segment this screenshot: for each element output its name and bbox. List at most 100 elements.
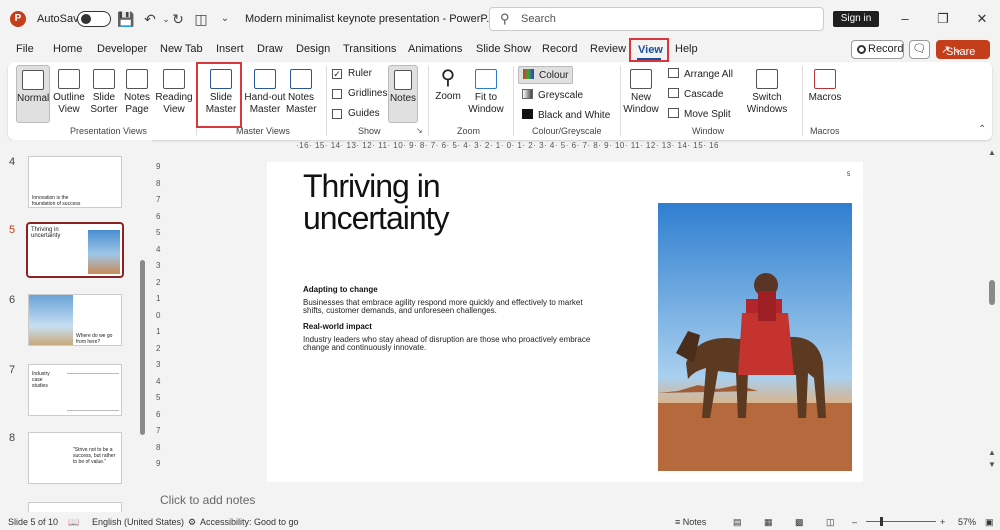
zoom-out-icon[interactable]: – <box>852 517 857 527</box>
heading-adapting[interactable]: Adapting to change <box>303 285 378 294</box>
fit-to-window-icon <box>475 69 497 89</box>
slide-thumbnail-5[interactable]: Thriving in uncertainty <box>26 222 124 278</box>
record-button[interactable]: Record <box>851 40 904 59</box>
slide-thumbnails-pane: 4 Innovation is the foundation of succes… <box>0 140 152 512</box>
notes-status-button[interactable]: ≡ Notes <box>675 517 706 527</box>
search-box[interactable]: ⚲ Search <box>489 7 824 31</box>
colour-button[interactable]: Colour <box>518 66 574 84</box>
handout-master-button[interactable]: Hand-out Master <box>244 69 286 116</box>
tab-review[interactable]: Review <box>590 43 626 55</box>
slide-sorter-status-icon[interactable]: ▦ <box>764 517 773 528</box>
heading-impact[interactable]: Real-world impact <box>303 322 372 331</box>
body-adapting[interactable]: Businesses that embrace agility respond … <box>303 299 593 315</box>
notes-page-button[interactable]: Notes Page <box>122 69 152 116</box>
close-icon[interactable]: ✕ <box>973 10 991 28</box>
tab-view[interactable]: View <box>629 38 669 62</box>
tab-design[interactable]: Design <box>296 43 330 55</box>
present-icon[interactable]: ◫ <box>192 10 210 28</box>
vertical-ruler-tick: 2 <box>156 343 161 353</box>
tab-record[interactable]: Record <box>542 43 577 55</box>
horizontal-ruler: ·16· 15· 14· 13· 12· 11· 10· 9· 8· 7· 6·… <box>296 141 719 150</box>
switch-windows-button[interactable]: Switch Windows <box>744 69 790 116</box>
thumb-photo <box>88 230 120 274</box>
cascade-button[interactable]: Cascade <box>668 88 723 100</box>
slide-title[interactable]: Thriving in uncertainty <box>303 170 450 234</box>
thumb-table <box>67 373 119 411</box>
body-impact[interactable]: Industry leaders who stay ahead of disru… <box>303 336 593 352</box>
slide-thumbnail-4[interactable]: Innovation is the foundation of success <box>28 156 122 208</box>
slide-sorter-button[interactable]: Slide Sorter <box>89 69 119 116</box>
slide-thumbnail-6[interactable]: Where do we go from here? <box>28 294 122 346</box>
title-bar: P AutoSave 💾 ↶ ⌄ ↻ ◫ ⌄ Modern minimalist… <box>0 0 1000 38</box>
tab-insert[interactable]: Insert <box>216 43 244 55</box>
vertical-ruler-tick: 8 <box>156 442 161 452</box>
search-icon: ⚲ <box>500 11 510 26</box>
autosave-toggle[interactable] <box>77 11 111 27</box>
tab-animations[interactable]: Animations <box>408 43 462 55</box>
fit-slide-icon[interactable]: ▣ <box>985 517 994 528</box>
slide-canvas[interactable]: Thriving in uncertainty 5 Adapting to ch… <box>267 162 863 482</box>
normal-view-button[interactable]: Normal <box>16 65 50 123</box>
tab-help[interactable]: Help <box>675 43 698 55</box>
tab-new-tab[interactable]: New Tab <box>160 43 203 55</box>
macros-button[interactable]: Macros <box>808 69 842 104</box>
vertical-ruler-tick: 5 <box>156 228 161 237</box>
reading-view-button[interactable]: Reading View <box>155 69 193 116</box>
black-and-white-button[interactable]: Black and White <box>522 109 610 121</box>
tab-file[interactable]: File <box>16 43 34 55</box>
editor-scrollbar[interactable] <box>989 280 995 305</box>
minimize-icon[interactable]: – <box>896 10 914 28</box>
arrange-all-button[interactable]: Arrange All <box>668 68 733 80</box>
zoom-button[interactable]: ⚲ Zoom <box>433 67 463 103</box>
horse-rider-photo[interactable] <box>658 203 852 471</box>
comments-icon[interactable]: 🗨 <box>909 40 930 59</box>
tab-slide-show[interactable]: Slide Show <box>476 43 531 55</box>
move-split-button[interactable]: Move Split <box>668 108 731 120</box>
new-window-button[interactable]: New Window <box>622 69 660 116</box>
slide-thumbnail-7[interactable]: Industry case studies <box>28 364 122 416</box>
next-slide-icon[interactable]: ▼ <box>988 460 996 469</box>
slide-sorter-icon <box>93 69 115 89</box>
show-label: Show <box>358 126 381 136</box>
save-icon[interactable]: 💾 <box>117 10 135 28</box>
greyscale-button[interactable]: Greyscale <box>522 89 583 101</box>
zoom-level[interactable]: 57% <box>958 517 976 527</box>
customize-toolbar-icon[interactable]: ⌄ <box>216 10 234 28</box>
slide-counter: Slide 5 of 10 <box>8 517 59 527</box>
reading-view-status-icon[interactable]: ▩ <box>795 517 804 528</box>
tab-transitions[interactable]: Transitions <box>343 43 396 55</box>
thumb-number: 8 <box>9 432 16 444</box>
collapse-ribbon-icon[interactable]: ⌃ <box>978 124 986 135</box>
slide-thumbnail-8[interactable]: "Strive not to be a success, but rather … <box>28 432 122 484</box>
tab-home[interactable]: Home <box>53 43 82 55</box>
prev-slide-icon[interactable]: ▲ <box>988 448 996 457</box>
fit-to-window-button[interactable]: Fit to Window <box>466 69 506 116</box>
restore-icon[interactable]: ❐ <box>934 10 952 28</box>
thumbnails-scrollbar[interactable] <box>140 260 145 435</box>
zoom-in-icon[interactable]: + <box>940 517 945 527</box>
sign-in-button[interactable]: Sign in <box>833 11 879 27</box>
vertical-ruler-tick: 3 <box>156 360 161 369</box>
language-status[interactable]: English (United States) <box>92 517 184 527</box>
notes-pane[interactable]: Click to add notes <box>152 487 1000 512</box>
notes-toggle-button[interactable]: Notes <box>388 65 418 123</box>
menu-bar: File Home Developer New Tab Insert Draw … <box>0 38 1000 62</box>
share-button[interactable]: ↗ Share ⌄ <box>936 40 990 59</box>
outline-view-button[interactable]: Outline View <box>51 69 87 116</box>
tab-draw[interactable]: Draw <box>257 43 283 55</box>
slide-show-status-icon[interactable]: ◫ <box>826 517 835 528</box>
spellcheck-icon[interactable]: 📖 <box>68 517 79 528</box>
notes-master-button[interactable]: Notes Master <box>286 69 317 116</box>
redo-icon[interactable]: ↻ <box>169 10 187 28</box>
reading-view-icon <box>163 69 185 89</box>
normal-view-status-icon[interactable]: ▤ <box>733 517 742 528</box>
window-group-label: Window <box>692 126 725 136</box>
tab-developer[interactable]: Developer <box>97 43 147 55</box>
zoom-slider[interactable] <box>866 521 936 522</box>
notes-placeholder: Click to add notes <box>160 493 256 507</box>
zoom-slider-thumb[interactable] <box>880 517 883 526</box>
slide-thumbnail-9[interactable] <box>28 502 122 512</box>
show-dialog-launcher-icon[interactable]: ↘ <box>416 126 423 135</box>
accessibility-status[interactable]: Accessibility: Good to go <box>200 517 299 527</box>
scroll-up-icon[interactable]: ▲ <box>988 148 996 157</box>
